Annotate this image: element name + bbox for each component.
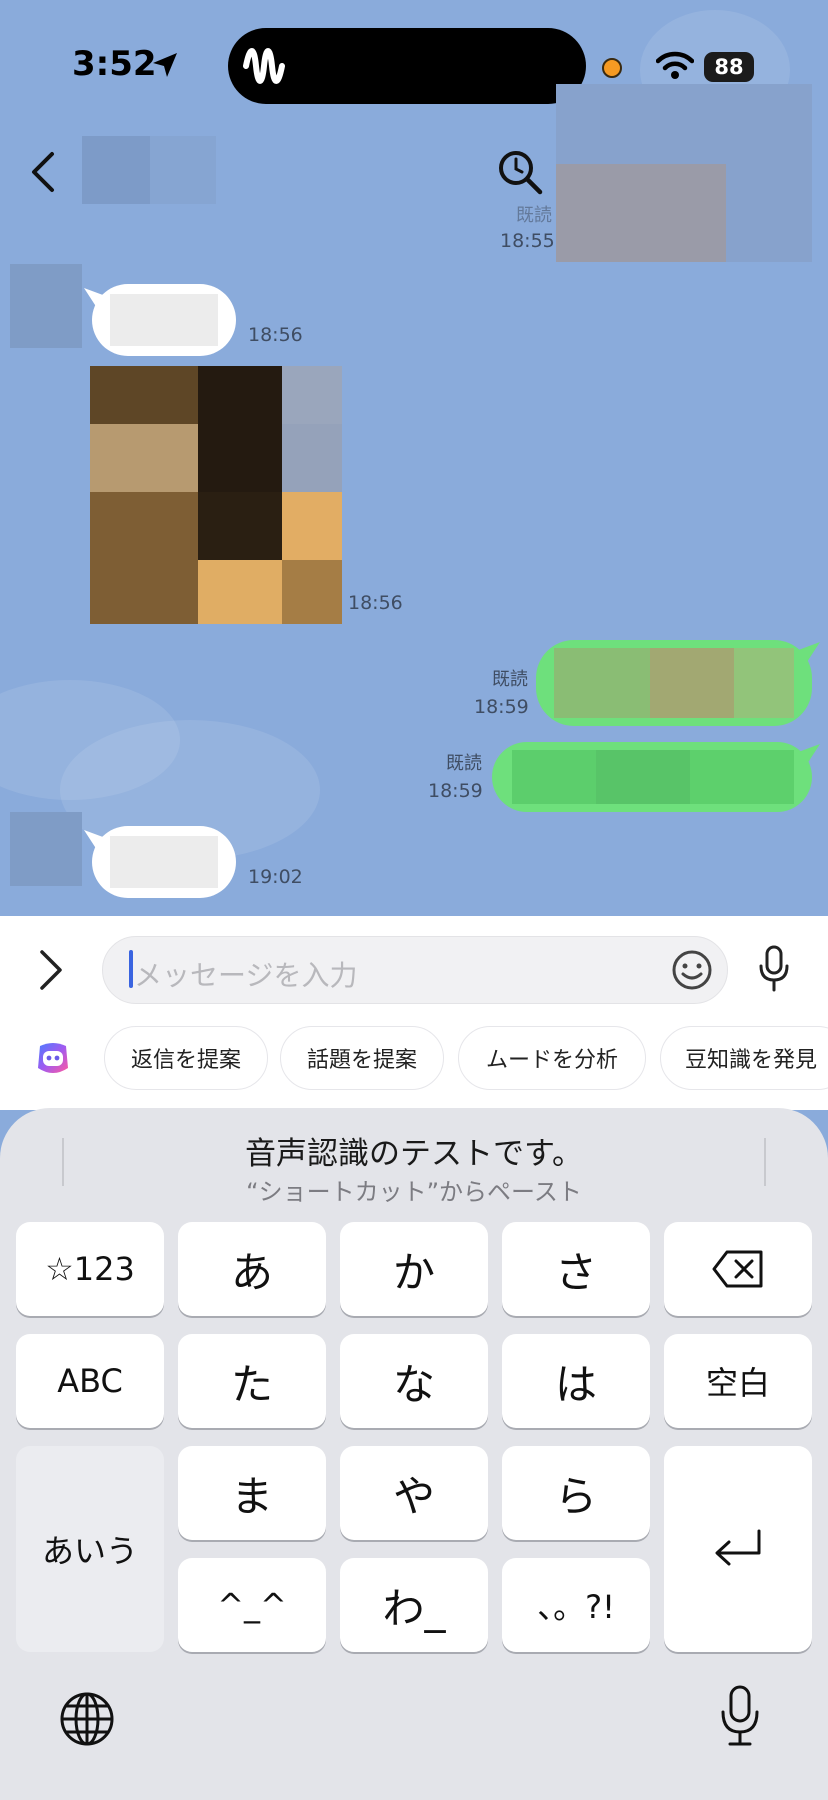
chevron-right-icon[interactable]: [34, 948, 66, 992]
message-time: 18:55: [500, 230, 555, 252]
image-pixel: [90, 366, 198, 424]
image-pixel: [198, 560, 282, 624]
emoji-icon[interactable]: [670, 948, 714, 992]
location-arrow-icon: [153, 53, 177, 77]
message-time: 18:56: [248, 324, 303, 346]
back-icon[interactable]: [28, 150, 58, 194]
message-time: 18:59: [474, 696, 529, 718]
key-ma[interactable]: ま: [178, 1446, 326, 1540]
dynamic-island: [228, 28, 586, 104]
image-pixel: [198, 424, 282, 492]
globe-icon[interactable]: [58, 1690, 116, 1748]
chat-name-redacted: [82, 136, 150, 204]
text-caret: [129, 950, 133, 988]
outgoing-message-bubble[interactable]: [536, 640, 812, 726]
message-time: 18:56: [348, 592, 403, 614]
search-icon[interactable]: [496, 148, 544, 196]
ai-assistant-icon[interactable]: [32, 1038, 74, 1080]
message-text-redacted: [512, 750, 596, 804]
chat-area[interactable]: 3:52 88 既読 18:55 18:56 18:56 既読 18:59 既読…: [0, 0, 828, 916]
key-ta[interactable]: た: [178, 1334, 326, 1428]
return-key[interactable]: [664, 1446, 812, 1652]
key-punctuation[interactable]: 、。?!: [502, 1558, 650, 1652]
message-text-redacted: [110, 294, 218, 346]
avatar[interactable]: [10, 264, 82, 348]
message-text-redacted: [596, 750, 690, 804]
image-pixel: [198, 492, 282, 560]
header-icons-redacted: [556, 164, 726, 262]
key-abc[interactable]: ABC: [16, 1334, 164, 1428]
message-text-redacted: [554, 648, 650, 718]
key-kana-mode[interactable]: あいう: [16, 1446, 164, 1652]
backspace-icon: [712, 1250, 763, 1288]
image-pixel: [90, 492, 198, 624]
message-text-redacted: [110, 836, 218, 888]
key-ha[interactable]: は: [502, 1334, 650, 1428]
key-sa[interactable]: さ: [502, 1222, 650, 1316]
avatar[interactable]: [10, 812, 82, 886]
chip-suggest-reply[interactable]: 返信を提案: [104, 1026, 268, 1090]
chip-suggest-topic[interactable]: 話題を提案: [280, 1026, 444, 1090]
recording-indicator-icon: [602, 58, 622, 78]
outgoing-message-bubble[interactable]: [492, 742, 812, 812]
read-receipt: 既読: [516, 205, 552, 226]
message-time: 18:59: [428, 780, 483, 802]
dictation-suggestion[interactable]: 音声認識のテストです。: [0, 1128, 828, 1173]
message-input-placeholder: メッセージを入力: [134, 959, 358, 992]
dictation-microphone-icon[interactable]: [718, 1684, 762, 1748]
key-ya[interactable]: や: [340, 1446, 488, 1540]
message-text-redacted: [690, 750, 794, 804]
image-message[interactable]: [90, 366, 342, 624]
key-na[interactable]: な: [340, 1334, 488, 1428]
incoming-message-bubble[interactable]: [92, 284, 236, 356]
backspace-key[interactable]: [664, 1222, 812, 1316]
image-pixel: [282, 560, 342, 624]
battery-indicator: 88: [704, 52, 754, 82]
key-emoticon[interactable]: ^_^: [178, 1558, 326, 1652]
image-pixel: [198, 366, 282, 424]
key-numbers[interactable]: ☆123: [16, 1222, 164, 1316]
incoming-message-bubble[interactable]: [92, 826, 236, 898]
message-text-redacted: [650, 648, 734, 718]
return-icon: [715, 1529, 761, 1566]
image-pixel: [282, 366, 342, 424]
image-pixel: [282, 424, 342, 492]
key-ka[interactable]: か: [340, 1222, 488, 1316]
read-receipt: 既読: [446, 753, 482, 774]
key-wa[interactable]: わ_: [340, 1558, 488, 1652]
wifi-icon: [656, 51, 694, 79]
microphone-icon[interactable]: [756, 944, 792, 994]
key-a[interactable]: あ: [178, 1222, 326, 1316]
status-time: 3:52: [72, 44, 157, 84]
space-key[interactable]: 空白: [664, 1334, 812, 1428]
chat-name-redacted: [150, 136, 216, 204]
message-time: 19:02: [248, 866, 303, 888]
chip-analyze-mood[interactable]: ムードを分析: [458, 1026, 646, 1090]
read-receipt: 既読: [492, 669, 528, 690]
waveform-icon: [243, 48, 285, 84]
image-pixel: [90, 424, 198, 492]
paste-hint: “ショートカット”からペースト: [246, 1178, 582, 1206]
key-ra[interactable]: ら: [502, 1446, 650, 1540]
image-pixel: [282, 492, 342, 560]
message-text-redacted: [734, 648, 794, 718]
chip-discover-trivia[interactable]: 豆知識を発見: [660, 1026, 828, 1090]
